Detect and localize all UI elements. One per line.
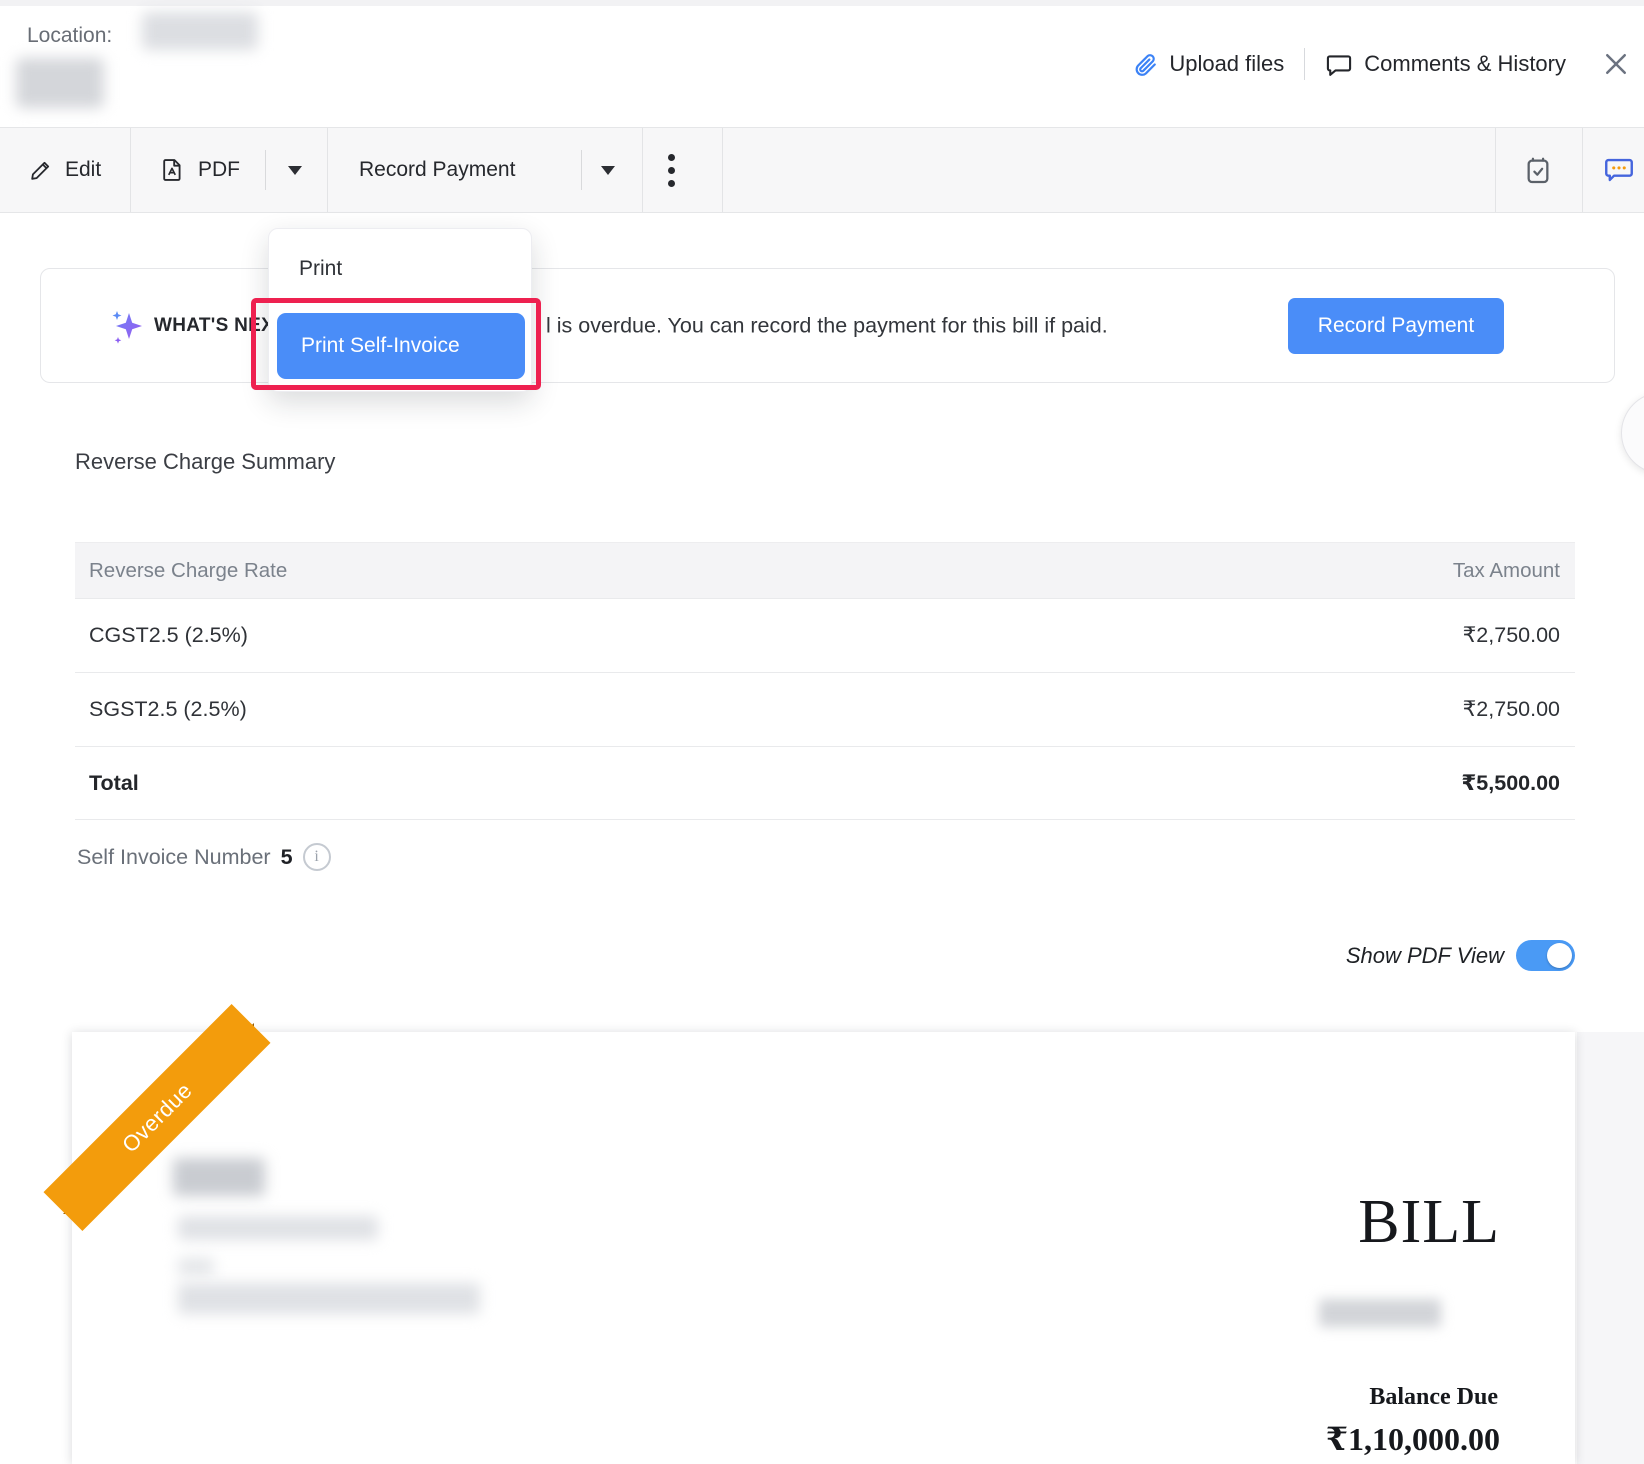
balance-due-amount: ₹1,10,000.00 [1326,1420,1500,1458]
toolbar-divider [1582,128,1583,212]
comments-history-label: Comments & History [1364,51,1566,77]
rate-cell: SGST2.5 (2.5%) [89,697,247,722]
chevron-down-icon [601,166,615,175]
rate-cell: CGST2.5 (2.5%) [89,623,248,648]
column-header-amount: Tax Amount [1453,559,1560,583]
redacted-vendor-name [173,1158,265,1196]
total-label: Total [89,771,139,796]
toolbar: Edit PDF Record Payment [0,127,1644,213]
overdue-ribbon-label: Overdue [117,1077,198,1158]
self-invoice-number-row: Self Invoice Number 5 i [77,843,331,871]
self-invoice-label: Self Invoice Number [77,845,271,870]
pdf-view-toggle-row: Show PDF View [0,940,1575,971]
upload-files-button[interactable]: Upload files [1132,51,1284,77]
toolbar-divider [642,128,643,212]
close-icon[interactable] [1598,46,1634,82]
paperclip-icon [1132,51,1158,77]
menu-item-print-self-invoice[interactable]: Print Self-Invoice [277,313,525,379]
table-header-row: Reverse Charge Rate Tax Amount [75,542,1575,598]
amount-cell: ₹2,750.00 [1463,697,1560,722]
comments-history-button[interactable]: Comments & History [1325,50,1566,78]
toolbar-inner-divider [265,150,266,190]
redacted-location-value [142,12,258,50]
header-actions: Upload files Comments & History [1132,46,1634,82]
record-payment-dropdown-caret[interactable] [601,128,615,212]
redacted-bill-ref [1319,1299,1441,1327]
total-amount: ₹5,500.00 [1461,771,1560,796]
record-payment-label: Record Payment [359,158,515,182]
redacted-bill-number [16,58,104,108]
record-payment-banner-button[interactable]: Record Payment [1288,298,1504,354]
floating-action-button-partial[interactable] [1621,392,1644,474]
pencil-icon [29,158,53,182]
table-total-row: Total ₹5,500.00 [75,746,1575,820]
toolbar-inner-divider [581,150,582,190]
toggle-knob [1547,943,1572,968]
pdf-dropdown-menu: Print Print Self-Invoice [268,228,532,392]
pdf-button[interactable]: PDF [159,128,240,212]
redacted-vendor-line [178,1283,480,1314]
show-pdf-view-label: Show PDF View [1346,943,1504,969]
pdf-file-icon [159,157,185,183]
pdf-viewer-background [1577,1032,1644,1464]
toolbar-divider [327,128,328,212]
chevron-down-icon [288,166,302,175]
sparkle-icon [107,307,147,347]
edit-button[interactable]: Edit [29,128,101,212]
column-header-rate: Reverse Charge Rate [89,559,287,583]
toolbar-divider [130,128,131,212]
balance-due-label: Balance Due [1369,1384,1498,1411]
pdf-dropdown-caret[interactable] [288,128,302,212]
table-row: CGST2.5 (2.5%) ₹2,750.00 [75,598,1575,672]
bill-pdf-document: Overdue BILL Balance Due ₹1,10,000.00 [72,1032,1575,1464]
reverse-charge-summary-title: Reverse Charge Summary [75,449,335,475]
info-icon[interactable]: i [303,843,331,871]
toolbar-divider [1495,128,1496,212]
banner-message: l is overdue. You can record the payment… [546,314,1108,339]
chat-comments-button[interactable] [1594,128,1644,212]
redacted-vendor-line [178,1258,214,1275]
chat-dots-icon [1602,153,1636,187]
toolbar-divider [722,128,723,212]
overdue-ribbon: Overdue [44,1004,271,1231]
location-label: Location: [27,24,112,48]
more-options-button[interactable] [668,128,675,212]
comment-bubble-icon [1325,50,1353,78]
menu-item-print[interactable]: Print [269,245,531,293]
edit-label: Edit [65,158,101,182]
bill-title: BILL [1358,1187,1500,1258]
table-row: SGST2.5 (2.5%) ₹2,750.00 [75,672,1575,746]
header-divider [1304,48,1305,80]
tasks-clipboard-button[interactable] [1510,128,1566,212]
self-invoice-value: 5 [281,845,293,870]
show-pdf-view-toggle[interactable] [1516,940,1575,971]
upload-files-label: Upload files [1169,51,1284,77]
whats-next-label: WHAT'S NEXT [154,315,286,337]
amount-cell: ₹2,750.00 [1463,623,1560,648]
kebab-menu-icon [668,154,675,187]
redacted-vendor-line [178,1216,378,1240]
reverse-charge-table: Reverse Charge Rate Tax Amount CGST2.5 (… [75,542,1575,820]
bill-detail-screen: Location: Upload files Comments & Histor… [0,0,1644,1464]
top-edge-strip [0,0,1644,6]
pdf-label: PDF [198,158,240,182]
clipboard-check-icon [1522,154,1554,186]
record-payment-toolbar-button[interactable]: Record Payment [359,128,515,212]
